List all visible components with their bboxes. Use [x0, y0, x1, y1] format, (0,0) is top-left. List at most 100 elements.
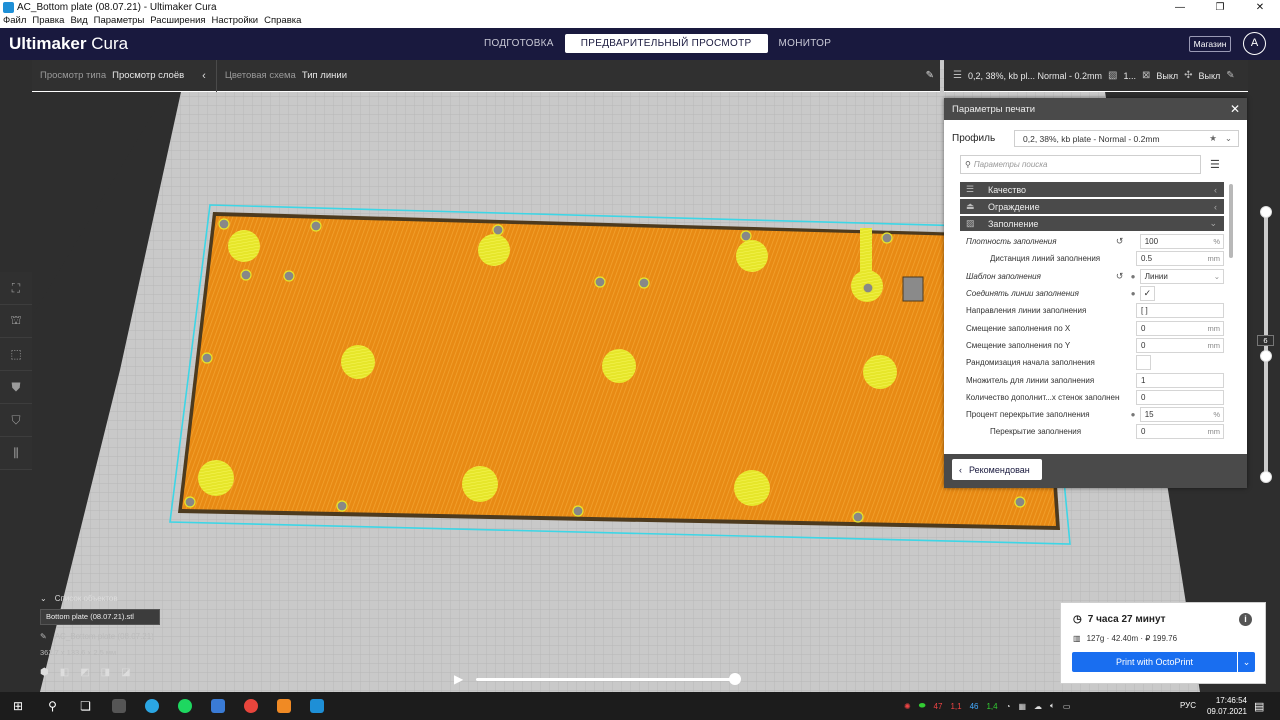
- chevron-down-icon[interactable]: ⌄: [1238, 652, 1255, 672]
- setting-value-input[interactable]: 0 mm: [1136, 337, 1224, 353]
- view-left-icon[interactable]: ◨: [101, 667, 110, 678]
- play-icon[interactable]: ▶: [454, 672, 463, 686]
- view-3d-icon[interactable]: ⬢: [40, 667, 49, 678]
- left-toolbar: ⛶ ⛫ ⬚ ⛊ ⛉ ⫼: [0, 272, 32, 470]
- cloud-icon[interactable]: ☁: [1034, 702, 1042, 711]
- close-icon[interactable]: ✕: [1230, 102, 1240, 116]
- marketplace-button[interactable]: Магазин: [1189, 36, 1231, 52]
- object-file-item[interactable]: Bottom plate (08.07.21).stl: [40, 609, 160, 625]
- path-slider-track[interactable]: [476, 678, 734, 681]
- spotify-icon[interactable]: [168, 692, 201, 720]
- view-type-select[interactable]: Просмотр слоёв: [112, 70, 184, 81]
- reset-icon[interactable]: ↺: [1113, 236, 1126, 247]
- network-icon[interactable]: ▦: [1018, 702, 1026, 711]
- info-icon[interactable]: ●: [1126, 272, 1139, 281]
- notification-icon[interactable]: ▤: [1254, 700, 1264, 713]
- print-setup-summary[interactable]: ☰ 0,2, 38%, kb pl... Normal - 0.2mm ▧ 1.…: [944, 60, 1248, 92]
- randomize-infill-checkbox[interactable]: [1136, 355, 1151, 371]
- chrome-icon[interactable]: [234, 692, 267, 720]
- account-avatar[interactable]: A: [1243, 32, 1266, 55]
- setting-value-input[interactable]: 0: [1136, 389, 1224, 405]
- close-window-button[interactable]: ✕: [1240, 2, 1280, 13]
- layer-slider-top-handle[interactable]: [1260, 206, 1272, 218]
- settings-scrollbar[interactable]: [1229, 184, 1233, 258]
- info-icon[interactable]: ●: [1127, 289, 1140, 298]
- view-front-icon[interactable]: ◧: [60, 667, 69, 678]
- setting-value-input[interactable]: 15%: [1139, 407, 1224, 423]
- setting-name: Смещение заполнения по Y: [966, 340, 1071, 350]
- battery-icon[interactable]: ▭: [1063, 702, 1071, 711]
- wifi-icon[interactable]: ◔: [1006, 702, 1011, 711]
- task-view-icon[interactable]: ❏: [69, 692, 102, 720]
- star-icon[interactable]: ★: [1209, 133, 1217, 144]
- color-scheme-select[interactable]: Тип линии: [302, 70, 347, 81]
- tray-icon[interactable]: ✺: [904, 702, 911, 711]
- object-list-header[interactable]: ⌄ Список объектов: [40, 594, 160, 603]
- setting-name: Рандомизация начала заполнения: [966, 358, 1095, 368]
- view-type-label: Просмотр типа: [40, 70, 107, 81]
- tray-icon[interactable]: ⬬: [919, 701, 926, 711]
- setting-value-input[interactable]: 1: [1136, 372, 1224, 388]
- language-indicator[interactable]: РУС: [1180, 701, 1196, 710]
- setting-value-input[interactable]: 0 mm: [1136, 424, 1224, 440]
- menu-view[interactable]: Вид: [67, 15, 90, 28]
- category-infill[interactable]: ▨ Заполнение ⌄: [960, 216, 1224, 231]
- tab-preview[interactable]: ПРЕДВАРИТЕЛЬНЫЙ ПРОСМОТР: [564, 34, 768, 53]
- chevron-down-icon: ⌄: [1224, 133, 1232, 143]
- recommended-button[interactable]: ‹ Рекомендован: [952, 459, 1042, 480]
- category-shell[interactable]: ⏏ Ограждение ‹: [960, 199, 1224, 214]
- menu-file[interactable]: Файл: [0, 15, 29, 28]
- view-layers-icon[interactable]: ⫼: [0, 437, 32, 470]
- path-slider-handle[interactable]: [729, 673, 741, 685]
- view-left-icon[interactable]: ⛊: [0, 371, 32, 404]
- minimize-button[interactable]: —: [1160, 2, 1200, 13]
- setting-row: Направления линии заполнения [ ]: [960, 302, 1224, 319]
- maximize-button[interactable]: ❐: [1200, 2, 1240, 13]
- setting-value-input[interactable]: 100%: [1139, 234, 1224, 250]
- menu-extensions[interactable]: Расширения: [147, 15, 208, 28]
- tab-monitor[interactable]: МОНИТОР: [768, 34, 843, 53]
- info-icon[interactable]: i: [1239, 613, 1252, 626]
- layer-number[interactable]: 6: [1257, 335, 1274, 346]
- infill-pattern-select[interactable]: Линии ⌄: [1139, 268, 1224, 284]
- setting-value-input[interactable]: 0.5 mm: [1136, 251, 1224, 267]
- connect-infill-checkbox[interactable]: ✓: [1139, 286, 1155, 302]
- tab-prepare[interactable]: ПОДГОТОВКА: [473, 34, 565, 53]
- category-label: Заполнение: [988, 218, 1039, 229]
- menu-settings[interactable]: Настройки: [209, 15, 262, 28]
- system-clock[interactable]: 17:46:54 09.07.2021: [1197, 695, 1247, 717]
- cura-taskbar-icon[interactable]: [300, 692, 333, 720]
- menu-parameters[interactable]: Параметры: [91, 15, 148, 28]
- reset-icon[interactable]: ↺: [1113, 271, 1126, 282]
- mail-icon[interactable]: [201, 692, 234, 720]
- view-top-icon[interactable]: ⬚: [0, 338, 32, 371]
- menu-edit[interactable]: Правка: [29, 15, 67, 28]
- speaker-icon[interactable]: 🔈︎: [1050, 701, 1055, 711]
- print-with-octoprint-button[interactable]: Print with OctoPrint: [1072, 652, 1237, 672]
- calculator-icon[interactable]: [102, 692, 135, 720]
- collapse-chevron-icon[interactable]: ‹: [202, 70, 206, 82]
- edit-pencil-icon[interactable]: ✎: [1226, 70, 1234, 81]
- setting-value-input[interactable]: [ ]: [1136, 303, 1224, 319]
- view-front-icon[interactable]: ⛫: [0, 305, 32, 338]
- fusion-icon[interactable]: [267, 692, 300, 720]
- category-quality[interactable]: ☰ Качество ‹: [960, 182, 1224, 197]
- layer-slider-track[interactable]: [1264, 215, 1268, 480]
- menu-icon[interactable]: ☰: [1210, 158, 1220, 171]
- pencil-icon[interactable]: ✎: [40, 632, 47, 641]
- search-icon[interactable]: ⚲: [36, 692, 69, 720]
- layer-slider-current-handle[interactable]: [1260, 350, 1272, 362]
- view-right-icon[interactable]: ◪: [121, 667, 130, 678]
- view-3d-icon[interactable]: ⛶: [0, 272, 32, 305]
- browser-icon[interactable]: [135, 692, 168, 720]
- windows-start-icon[interactable]: ⊞: [0, 699, 36, 713]
- info-icon[interactable]: ●: [1126, 410, 1139, 419]
- search-input[interactable]: ⚲ Параметры поиска: [960, 155, 1201, 174]
- layer-slider-bottom-handle[interactable]: [1260, 471, 1272, 483]
- view-right-icon[interactable]: ⛉: [0, 404, 32, 437]
- view-top-icon[interactable]: ◩: [80, 667, 89, 678]
- menu-help[interactable]: Справка: [261, 15, 304, 28]
- setting-value-input[interactable]: 0 mm: [1136, 320, 1224, 336]
- profile-select[interactable]: 0,2, 38%, kb plate - Normal - 0.2mm ★ ⌄: [1014, 130, 1239, 147]
- pencil-icon[interactable]: ✎: [926, 70, 934, 81]
